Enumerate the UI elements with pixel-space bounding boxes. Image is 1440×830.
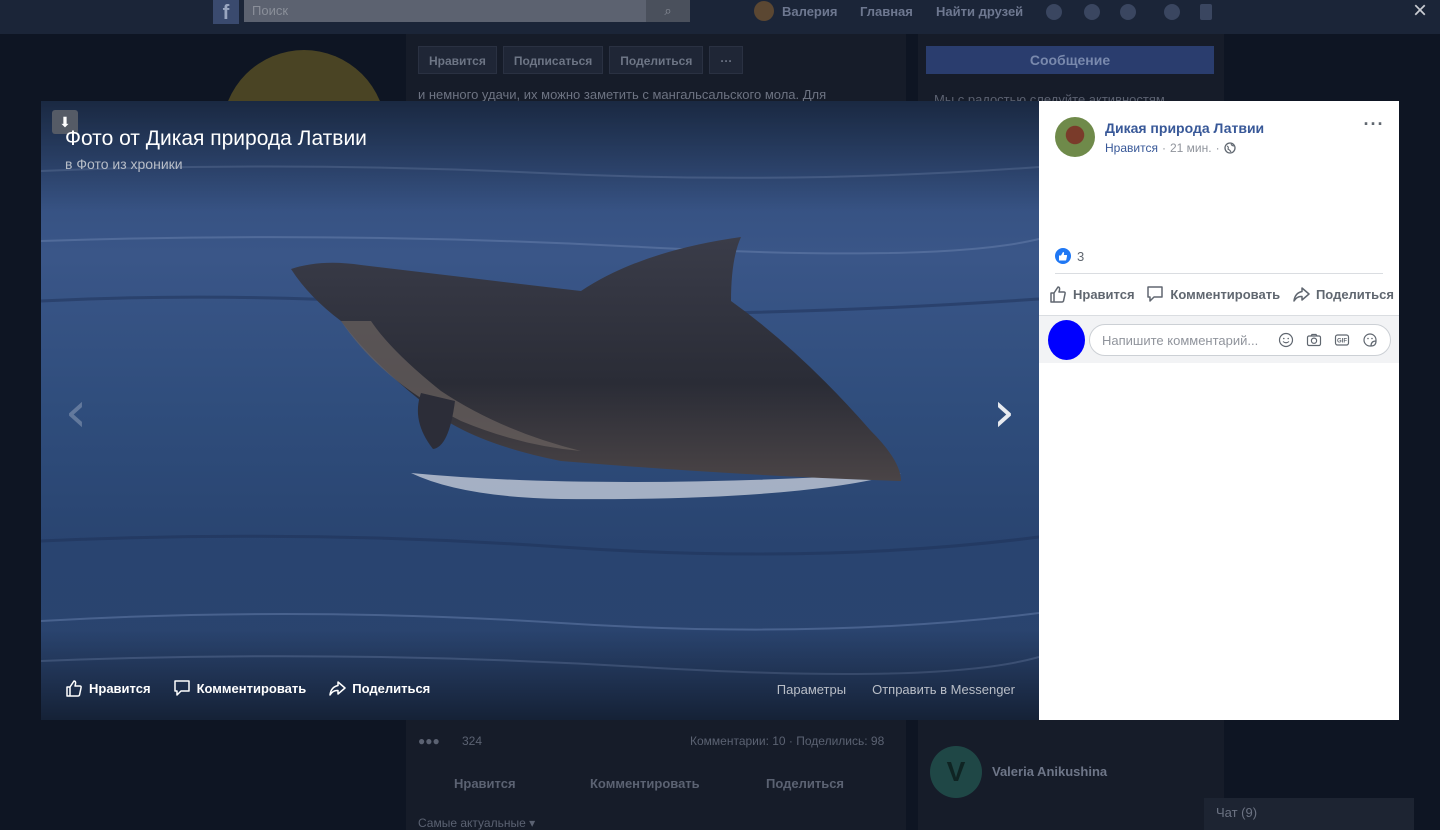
divider: [1055, 273, 1383, 274]
page-name-link[interactable]: Дикая природа Латвии: [1105, 120, 1264, 136]
close-icon[interactable]: ×: [1408, 0, 1432, 24]
thumbs-up-icon: [66, 680, 82, 697]
photo-comment-button[interactable]: Комментировать: [173, 679, 307, 697]
find-friends-link[interactable]: Найти друзей: [936, 4, 1023, 19]
comment-button[interactable]: Комментировать: [1146, 285, 1280, 303]
reaction-count: 3: [1077, 248, 1085, 264]
post-text: и немного удачи, их можно заметить с ман…: [418, 87, 827, 102]
photo-share-label: Поделиться: [352, 680, 431, 696]
comment-icon: [1147, 286, 1164, 302]
share-label: Поделиться: [1315, 286, 1394, 302]
home-link[interactable]: Главная: [860, 4, 913, 19]
post-like-button[interactable]: Нравится: [454, 776, 516, 791]
page-action-bar: Нравится Подписаться Поделиться ···: [418, 46, 744, 74]
camera-icon[interactable]: [1306, 332, 1322, 348]
photo-viewer[interactable]: ⬇ Фото от Дикая природа Латвии в Фото из…: [41, 101, 1039, 720]
meta-separator: ·: [1215, 141, 1220, 155]
search-icon[interactable]: ⌕: [646, 0, 690, 22]
emoji-icon[interactable]: [1278, 332, 1294, 348]
friend-name[interactable]: Valeria Anikushina: [992, 764, 1107, 779]
page-more-button[interactable]: ···: [709, 46, 744, 74]
like-label: Нравится: [1073, 286, 1135, 302]
comment-input[interactable]: Напишите комментарий... GIF: [1089, 324, 1391, 356]
more-options-icon[interactable]: ···: [1362, 115, 1386, 137]
my-avatar[interactable]: [1048, 320, 1085, 360]
post-reactions-count[interactable]: ●●● 324: [418, 734, 482, 748]
photo-top-gradient: [41, 101, 1039, 211]
send-in-messenger-link[interactable]: Отправить в Messenger: [872, 682, 1015, 697]
like-button[interactable]: Нравится: [1049, 285, 1135, 303]
facebook-logo-icon[interactable]: f: [213, 0, 239, 24]
page-follow-button[interactable]: Подписаться: [502, 46, 604, 74]
meta-separator: ·: [1161, 141, 1166, 155]
comment-placeholder: Напишите комментарий...: [1102, 333, 1259, 348]
photo-like-button[interactable]: Нравится: [65, 679, 151, 697]
sticker-icon[interactable]: [1362, 332, 1378, 348]
post-comments-shares[interactable]: Комментарии: 10 · Поделились: 98: [690, 734, 884, 748]
account-menu-chevron-icon[interactable]: [1200, 4, 1212, 20]
send-message-button[interactable]: Сообщение: [926, 46, 1214, 74]
panel-actions-bar: Нравится Комментировать Поделиться: [1049, 285, 1394, 303]
share-icon: [329, 681, 346, 696]
photo-title: Фото от Дикая природа Латвии: [65, 127, 367, 150]
photo-like-label: Нравится: [89, 680, 151, 696]
like-reaction-icon: [1055, 248, 1071, 264]
friend-avatar[interactable]: V: [930, 746, 982, 798]
comment-sort-dropdown[interactable]: Самые актуальные ▾: [418, 816, 535, 830]
photo-share-button[interactable]: Поделиться: [328, 679, 430, 697]
previous-photo-arrow-icon[interactable]: ‹: [61, 385, 91, 441]
page-share-button[interactable]: Поделиться: [609, 46, 704, 74]
thumbs-up-icon: [1059, 252, 1068, 261]
search-input[interactable]: Поиск: [244, 0, 646, 22]
photo-bottom-gradient: [41, 630, 1039, 720]
post-comment-button[interactable]: Комментировать: [590, 776, 700, 791]
user-avatar[interactable]: [754, 1, 774, 21]
album-link[interactable]: в Фото из хроники: [65, 156, 183, 172]
chat-bar[interactable]: Чат (9): [1204, 798, 1414, 830]
next-photo-arrow-icon[interactable]: ›: [989, 385, 1019, 441]
comment-composer: Напишите комментарий... GIF: [1039, 315, 1399, 363]
reactions-number: 324: [462, 734, 483, 748]
page-avatar[interactable]: [1055, 117, 1095, 157]
gif-icon[interactable]: GIF: [1334, 332, 1350, 348]
comment-label: Комментировать: [1170, 286, 1281, 302]
profile-link[interactable]: Валерия: [782, 4, 837, 19]
messages-icon[interactable]: [1084, 4, 1100, 20]
page-like-button[interactable]: Нравится: [418, 46, 497, 74]
post-time[interactable]: 21 мин.: [1170, 141, 1212, 155]
post-share-button[interactable]: Поделиться: [766, 776, 844, 791]
help-icon[interactable]: [1164, 4, 1180, 20]
friend-requests-icon[interactable]: [1046, 4, 1062, 20]
photo-actions-bar: Нравится Комментировать Поделиться: [65, 679, 430, 697]
notifications-icon[interactable]: [1120, 4, 1136, 20]
post-meta: Нравится · 21 мин. ·: [1105, 141, 1236, 155]
globe-icon[interactable]: [1223, 142, 1236, 154]
comment-icon: [173, 680, 190, 696]
photo-options-links: Параметры Отправить в Messenger: [777, 682, 1015, 697]
share-icon: [1293, 287, 1310, 302]
reaction-summary[interactable]: 3: [1055, 248, 1084, 264]
thumbs-up-icon: [1050, 286, 1066, 303]
reaction-icons: ●●●: [418, 734, 440, 748]
share-button[interactable]: Поделиться: [1292, 285, 1394, 303]
photo-comment-label: Комментировать: [196, 680, 307, 696]
options-link[interactable]: Параметры: [777, 682, 846, 697]
page-like-link[interactable]: Нравится: [1105, 141, 1158, 155]
photo-details-panel: Дикая природа Латвии Нравится · 21 мин. …: [1039, 101, 1399, 720]
svg-text:GIF: GIF: [1337, 339, 1347, 345]
